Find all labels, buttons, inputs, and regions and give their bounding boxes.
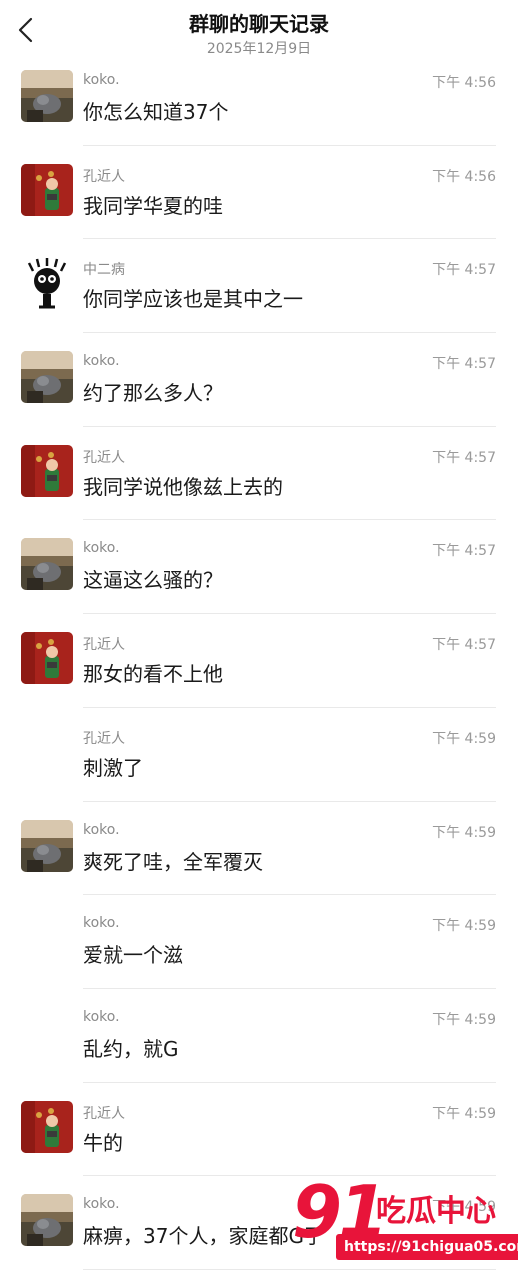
message-time: 下午 4:56: [432, 168, 496, 185]
message-time: 下午 4:59: [432, 730, 496, 747]
message-text: 爱就一个滋: [83, 943, 183, 968]
divider: [83, 894, 496, 896]
sender-name: 孔近人: [83, 449, 125, 466]
message-time: 下午 4:59: [432, 1011, 496, 1028]
sender-name: 孔近人: [83, 168, 125, 185]
watermark-logo: 91 吃瓜中心 https://91chigua05.com: [292, 1172, 518, 1272]
watermark-url: https://91chigua05.com: [336, 1234, 518, 1260]
divider: [83, 613, 496, 615]
divider: [83, 425, 496, 427]
header-bar: 群聊的聊天记录 2025年12月9日: [0, 0, 518, 64]
message-text: 麻痹，37个人，家庭都G了: [83, 1224, 324, 1249]
landscape-avatar[interactable]: [21, 538, 73, 591]
message-text: 牛的: [83, 1130, 123, 1155]
sender-name: koko.: [83, 72, 120, 88]
sender-name: koko.: [83, 821, 120, 838]
message-row[interactable]: koko. 下午 4:59 爱就一个滋: [0, 907, 518, 1001]
message-text: 我同学说他像兹上去的: [83, 474, 283, 499]
watermark-name: 吃瓜中心: [376, 1194, 496, 1229]
divider: [83, 332, 496, 334]
message-time: 下午 4:57: [432, 637, 496, 654]
message-time: 下午 4:57: [432, 449, 496, 466]
message-text: 这逼这么骚的？: [83, 568, 223, 593]
red-wall-avatar[interactable]: [21, 1100, 73, 1153]
divider: [83, 1081, 496, 1083]
message-row[interactable]: 孔近人 下午 4:57 我同学说他像兹上去的: [0, 439, 518, 533]
message-time: 下午 4:59: [432, 1105, 496, 1122]
message-time: 下午 4:57: [432, 543, 496, 560]
message-text: 约了那么多人？: [83, 381, 223, 406]
divider: [83, 800, 496, 802]
sender-name: 孔近人: [83, 730, 125, 747]
message-row[interactable]: koko. 下午 4:57 这逼这么骚的？: [0, 532, 518, 626]
red-wall-avatar[interactable]: [21, 444, 73, 497]
sender-name: koko.: [83, 1008, 120, 1025]
sender-name: koko.: [83, 1196, 120, 1213]
sender-name: koko.: [83, 915, 120, 932]
red-wall-avatar[interactable]: [21, 163, 73, 216]
message-list: koko. 下午 4:56 你怎么知道37个 孔近人 下午 4:56 我同学华夏…: [0, 64, 518, 1280]
page-title: 群聊的聊天记录: [189, 12, 329, 36]
divider: [83, 144, 496, 146]
message-time: 下午 4:57: [432, 356, 496, 373]
message-text: 你同学应该也是其中之一: [83, 287, 303, 312]
message-text: 你怎么知道37个: [83, 100, 229, 124]
message-time: 下午 4:56: [432, 75, 496, 91]
sender-name: 孔近人: [83, 1105, 125, 1122]
message-row[interactable]: 中二病 下午 4:57 你同学应该也是其中之一: [0, 251, 518, 345]
sender-name: koko.: [83, 353, 120, 370]
sender-name: 中二病: [83, 262, 125, 279]
landscape-avatar[interactable]: [21, 1194, 73, 1247]
landscape-avatar[interactable]: [21, 70, 73, 122]
red-wall-avatar[interactable]: [21, 632, 73, 685]
message-text: 那女的看不上他: [83, 662, 223, 687]
message-row[interactable]: koko. 下午 4:57 约了那么多人？: [0, 345, 518, 439]
message-row[interactable]: 孔近人 下午 4:59 刺激了: [0, 720, 518, 814]
message-row[interactable]: koko. 下午 4:59 乱约，就G: [0, 1001, 518, 1095]
message-row[interactable]: 孔近人 下午 4:56 我同学华夏的哇: [0, 158, 518, 252]
cartoon-avatar[interactable]: [21, 257, 73, 310]
landscape-avatar[interactable]: [21, 819, 73, 872]
message-text: 乱约，就G: [83, 1036, 179, 1061]
divider: [83, 519, 496, 521]
landscape-avatar[interactable]: [21, 351, 73, 404]
message-text: 爽死了哇，全军覆灭: [83, 849, 263, 874]
message-time: 下午 4:57: [432, 262, 496, 279]
divider: [83, 706, 496, 708]
message-row[interactable]: koko. 下午 4:59 爽死了哇，全军覆灭: [0, 814, 518, 908]
message-time: 下午 4:59: [432, 918, 496, 935]
divider: [83, 987, 496, 989]
divider: [83, 238, 496, 240]
message-row[interactable]: 孔近人 下午 4:57 那女的看不上他: [0, 626, 518, 720]
message-text: 刺激了: [83, 755, 143, 780]
message-time: 下午 4:59: [432, 824, 496, 841]
message-row[interactable]: koko. 下午 4:56 你怎么知道37个: [0, 64, 518, 158]
sender-name: koko.: [83, 540, 120, 557]
chat-date: 2025年12月9日: [206, 41, 312, 57]
message-text: 我同学华夏的哇: [83, 193, 223, 218]
sender-name: 孔近人: [83, 637, 125, 654]
